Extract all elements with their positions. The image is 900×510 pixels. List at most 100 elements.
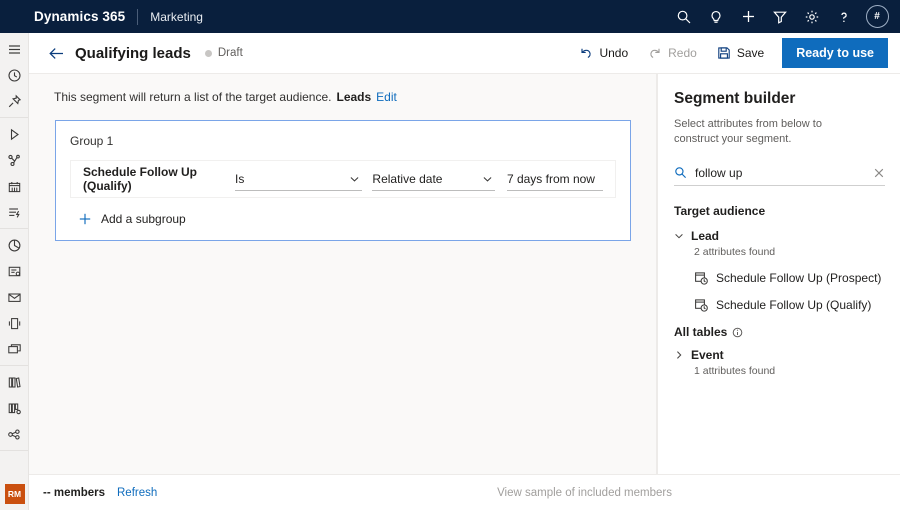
rail-footer: RM	[0, 484, 29, 504]
rail-group-assets	[0, 366, 28, 451]
segment-entity-label: Leads	[336, 90, 371, 104]
dashboard-icon[interactable]	[0, 395, 29, 421]
tree-node-lead-count: 2 attributes found	[694, 246, 884, 258]
tree-node-lead-label: Lead	[691, 229, 719, 243]
view-sample-link[interactable]: View sample of included members	[497, 487, 884, 499]
brand-area: Dynamics 365 Marketing	[0, 9, 203, 25]
rule-value-input[interactable]: 7 days from now	[507, 167, 603, 191]
lightbulb-icon[interactable]	[700, 0, 732, 33]
add-subgroup-button[interactable]: Add a subgroup	[70, 212, 616, 226]
segment-canvas: This segment will return a list of the t…	[29, 74, 657, 474]
ready-to-use-button[interactable]: Ready to use	[782, 38, 888, 68]
undo-icon	[579, 46, 593, 60]
rail-group-marketing	[0, 118, 28, 229]
redo-label: Redo	[668, 46, 697, 60]
segment-description: This segment will return a list of the t…	[29, 74, 656, 104]
suite-bar: Dynamics 365 Marketing	[0, 0, 900, 33]
chevron-down-icon	[349, 173, 360, 184]
operator-value: Is	[235, 172, 244, 186]
attribute-search-box[interactable]: follow up	[674, 160, 885, 186]
group-card[interactable]: Group 1 Schedule Follow Up (Qualify) Is …	[55, 120, 631, 241]
command-bar-actions: Undo Redo Save Ready to	[569, 38, 900, 68]
add-subgroup-label: Add a subgroup	[101, 212, 186, 226]
analytics-icon[interactable]	[0, 232, 29, 258]
gear-icon[interactable]	[796, 0, 828, 33]
filter-icon[interactable]	[764, 0, 796, 33]
refresh-link[interactable]: Refresh	[117, 487, 157, 499]
undo-label: Undo	[599, 46, 628, 60]
date-kind-dropdown[interactable]: Relative date	[372, 167, 495, 191]
suite-bar-actions: #	[668, 0, 900, 33]
rule-row[interactable]: Schedule Follow Up (Qualify) Is Relative…	[70, 160, 616, 198]
save-label: Save	[737, 46, 764, 60]
search-input[interactable]: follow up	[695, 166, 873, 180]
close-icon[interactable]	[873, 167, 885, 179]
product-brand[interactable]: Dynamics 365	[34, 9, 125, 24]
event-icon[interactable]	[0, 173, 29, 199]
group-label: Group 1	[70, 134, 616, 148]
chevron-down-icon	[482, 173, 493, 184]
segment-builder-panel: Segment builder Select attributes from b…	[657, 74, 900, 474]
attribute-item-prospect[interactable]: Schedule Follow Up (Prospect)	[694, 271, 884, 285]
pin-icon[interactable]	[0, 88, 29, 114]
rail-group-top	[0, 33, 28, 118]
chat-icon[interactable]	[0, 336, 29, 362]
back-icon[interactable]	[41, 37, 71, 69]
segments-icon[interactable]	[0, 147, 29, 173]
target-audience-heading: Target audience	[674, 204, 884, 218]
clock-icon[interactable]	[0, 62, 29, 88]
attribute-item-qualify[interactable]: Schedule Follow Up (Qualify)	[694, 298, 884, 312]
datetime-field-icon	[694, 298, 708, 312]
tree-node-event[interactable]: Event	[674, 348, 884, 362]
page-title: Qualifying leads	[75, 45, 191, 62]
redo-icon	[648, 46, 662, 60]
journey-icon[interactable]	[0, 121, 29, 147]
chevron-right-icon[interactable]	[674, 350, 684, 360]
email-icon[interactable]	[0, 284, 29, 310]
undo-button[interactable]: Undo	[569, 38, 638, 68]
user-avatar-button[interactable]: #	[860, 0, 894, 33]
form-icon[interactable]	[0, 258, 29, 284]
plus-icon[interactable]	[732, 0, 764, 33]
tree-node-lead[interactable]: Lead	[674, 229, 884, 243]
search-icon[interactable]	[668, 0, 700, 33]
rule-attribute-label: Schedule Follow Up (Qualify)	[83, 165, 231, 193]
redo-button[interactable]: Redo	[638, 38, 707, 68]
datetime-field-icon	[694, 271, 708, 285]
members-count: -- members	[43, 487, 105, 499]
segment-description-text: This segment will return a list of the t…	[54, 90, 331, 104]
all-tables-label: All tables	[674, 325, 727, 339]
brand-divider	[137, 9, 138, 25]
tree-node-event-count: 1 attributes found	[694, 365, 884, 377]
panel-title: Segment builder	[674, 90, 884, 108]
lead-score-icon[interactable]	[0, 199, 29, 225]
chevron-down-icon[interactable]	[674, 231, 684, 241]
save-button[interactable]: Save	[707, 38, 774, 68]
avatar: #	[866, 5, 889, 28]
left-nav-rail: RM	[0, 33, 29, 510]
search-icon	[674, 166, 687, 179]
plus-icon	[78, 212, 92, 226]
save-icon	[717, 46, 731, 60]
app-root: Dynamics 365 Marketing	[0, 0, 900, 510]
attribute-item-label: Schedule Follow Up (Prospect)	[716, 271, 881, 285]
rule-value-text: 7 days from now	[507, 172, 595, 186]
hamburger-icon[interactable]	[0, 36, 29, 62]
segment-footer: -- members Refresh View sample of includ…	[29, 474, 900, 510]
info-icon[interactable]	[732, 327, 743, 338]
rail-group-content	[0, 229, 28, 366]
status-badge: Draft	[205, 47, 243, 59]
edit-entity-link[interactable]: Edit	[376, 90, 397, 104]
help-icon[interactable]	[828, 0, 860, 33]
app-badge[interactable]: RM	[5, 484, 25, 504]
operator-dropdown[interactable]: Is	[235, 167, 362, 191]
status-dot-icon	[205, 50, 212, 57]
app-name-label[interactable]: Marketing	[150, 10, 203, 24]
network-icon[interactable]	[0, 421, 29, 447]
mobile-icon[interactable]	[0, 310, 29, 336]
all-tables-heading: All tables	[674, 325, 884, 339]
status-label: Draft	[218, 47, 243, 59]
library-icon[interactable]	[0, 369, 29, 395]
date-kind-value: Relative date	[372, 172, 442, 186]
command-bar: Qualifying leads Draft Undo	[29, 33, 900, 74]
